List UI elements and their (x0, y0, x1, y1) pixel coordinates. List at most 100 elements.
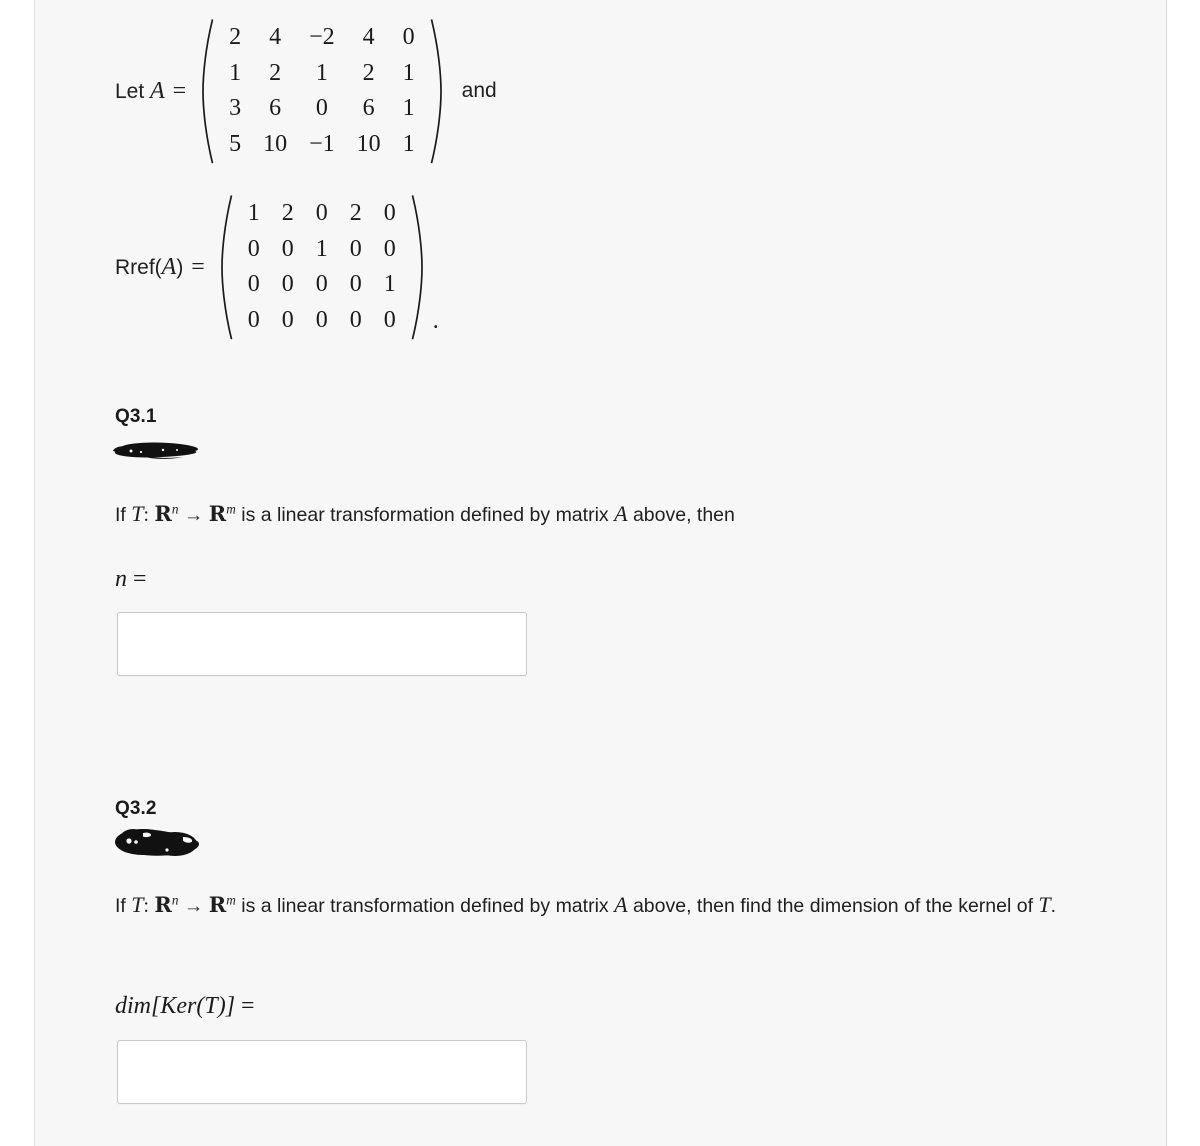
matrix-cell: 1 (229, 59, 242, 86)
q31-prompt-a: If (115, 504, 126, 526)
q31-domain-symbol: R (154, 501, 172, 526)
worksheet-page: Let A = 2 4 −2 4 0 1 2 1 2 1 3 6 0 6 1 5 10 −1 10 1 and Rre… (34, 0, 1167, 1146)
q31-codomain-exponent: m (226, 501, 236, 517)
answer-input-q31[interactable] (117, 612, 527, 676)
matrix-cell: 0 (349, 307, 362, 334)
matrix-cell: 1 (315, 59, 328, 86)
matrix-cell: 1 (247, 200, 260, 226)
matrix-rref: 12020001000000100000 (219, 194, 425, 341)
left-paren-icon (200, 18, 214, 165)
question-heading-q32: Q3.2 (115, 798, 157, 819)
matrix-cell: 6 (269, 95, 282, 122)
q32-paren-close: ) (217, 993, 226, 1019)
q31-answer-symbol: n (115, 566, 127, 592)
q32-codomain-exponent: m (226, 892, 236, 908)
matrix-a-symbol: A (150, 77, 165, 104)
matrix-cell: 2 (349, 200, 362, 226)
left-paren-icon (219, 194, 233, 341)
matrix-cell: 0 (315, 271, 328, 298)
q32-codomain-symbol: R (208, 892, 227, 917)
matrix-cell: 4 (362, 24, 375, 50)
answer-label-q32: dim[Ker(T)] = (115, 993, 255, 1020)
q32-prompt-b: is a linear transformation defined by ma… (241, 895, 609, 917)
matrix-cell: 2 (229, 24, 242, 50)
matrix-a-equation: Let A = 2 4 −2 4 0 1 2 1 2 1 3 6 0 6 1 5 10 −1 10 1 and (115, 18, 497, 165)
q32-period: . (1050, 895, 1057, 917)
matrix-cell: 0 (349, 271, 362, 298)
q32-domain-exponent: n (171, 892, 179, 908)
matrix-cell: 0 (315, 200, 328, 226)
q32-matrix-symbol: A (614, 892, 628, 917)
matrix-a-label: Let A = (115, 78, 190, 105)
question-prompt-q32: If T: Rn → Rm is a linear transformation… (115, 884, 1085, 927)
matrix-a-label-prefix: Let (115, 79, 145, 103)
matrix-cell: 1 (402, 59, 415, 86)
matrix-cell: 3 (229, 95, 242, 122)
matrix-rref-period: . (432, 307, 439, 334)
matrix-cell: −1 (309, 131, 335, 158)
matrix-cell: 2 (281, 200, 294, 226)
matrix-rref-grid: 12020001000000100000 (233, 194, 411, 341)
matrix-rref-label: Rref(A) = (115, 254, 209, 281)
redaction-mark-q32 (113, 824, 209, 860)
q32-t-symbol: T (204, 993, 218, 1019)
question-heading-q31: Q3.1 (115, 406, 157, 427)
matrix-a-grid: 2 4 −2 4 0 1 2 1 2 1 3 6 0 6 1 5 10 −1 10 1 (214, 18, 430, 165)
matrix-cell: 0 (247, 271, 260, 298)
q31-codomain-symbol: R (208, 501, 227, 526)
matrix-cell: 1 (383, 271, 396, 298)
q31-colon: : (143, 505, 149, 526)
matrix-cell: 0 (383, 307, 396, 334)
answer-input-q32[interactable] (117, 1040, 527, 1104)
matrix-cell: 4 (269, 24, 282, 50)
q32-bracket-open: [ (151, 993, 161, 1019)
matrix-cell: 0 (383, 200, 396, 226)
q32-arrow-icon: → (183, 896, 204, 917)
q32-domain-symbol: R (154, 892, 172, 917)
matrix-cell: 1 (315, 235, 328, 262)
matrix-rref-equals: = (191, 253, 205, 280)
q31-answer-equals: = (133, 566, 147, 592)
matrix-cell: 0 (402, 24, 415, 50)
q32-prompt-a: If (115, 895, 126, 917)
right-paren-icon (430, 18, 444, 165)
q31-domain-exponent: n (171, 501, 179, 517)
right-paren-icon (411, 194, 425, 341)
q31-prompt-b: is a linear transformation defined by ma… (241, 504, 609, 526)
matrix-cell: 1 (402, 95, 415, 122)
q32-ker-text: Ker (160, 993, 197, 1019)
q32-bracket-close: ] (225, 993, 236, 1019)
matrix-rref-label-suffix: ) (176, 255, 184, 279)
matrix-cell: 0 (383, 235, 396, 262)
matrix-cell: 6 (362, 95, 375, 122)
q31-prompt-c: above, then (632, 504, 735, 526)
q32-colon: : (143, 896, 149, 917)
matrix-cell: 0 (281, 271, 294, 298)
matrix-cell: 0 (247, 307, 260, 334)
matrix-cell: 0 (281, 307, 294, 334)
matrix-cell: 10 (356, 131, 381, 158)
matrix-cell: 0 (315, 95, 328, 122)
matrix-a-equals: = (172, 77, 187, 104)
matrix-cell: 2 (362, 59, 375, 86)
matrix-cell: 10 (263, 131, 288, 158)
question-prompt-q31: If T: Rn → Rm is a linear transformation… (115, 493, 1075, 536)
q32-transformation-symbol-2: T (1038, 892, 1051, 917)
matrix-cell: 0 (349, 235, 362, 262)
matrix-a-trailing-text: and (461, 79, 497, 103)
matrix-cell: 0 (315, 307, 328, 334)
matrix-cell: 0 (247, 235, 260, 262)
q32-answer-equals: = (241, 993, 255, 1019)
matrix-cell: 2 (269, 59, 282, 86)
matrix-cell: 1 (402, 131, 415, 158)
q32-prompt-c: above, then find the (632, 895, 805, 917)
q31-transformation-symbol: T (131, 501, 144, 526)
matrix-rref-symbol: A (161, 253, 177, 280)
matrix-cell: 0 (281, 235, 294, 262)
q32-transformation-symbol: T (131, 892, 144, 917)
q31-arrow-icon: → (183, 505, 204, 526)
answer-label-q31: n = (115, 566, 147, 593)
q32-prompt-line2: dimension of the kernel of (809, 895, 1033, 917)
matrix-a: 2 4 −2 4 0 1 2 1 2 1 3 6 0 6 1 5 10 −1 10 1 (200, 18, 444, 165)
q31-matrix-symbol: A (614, 501, 628, 526)
